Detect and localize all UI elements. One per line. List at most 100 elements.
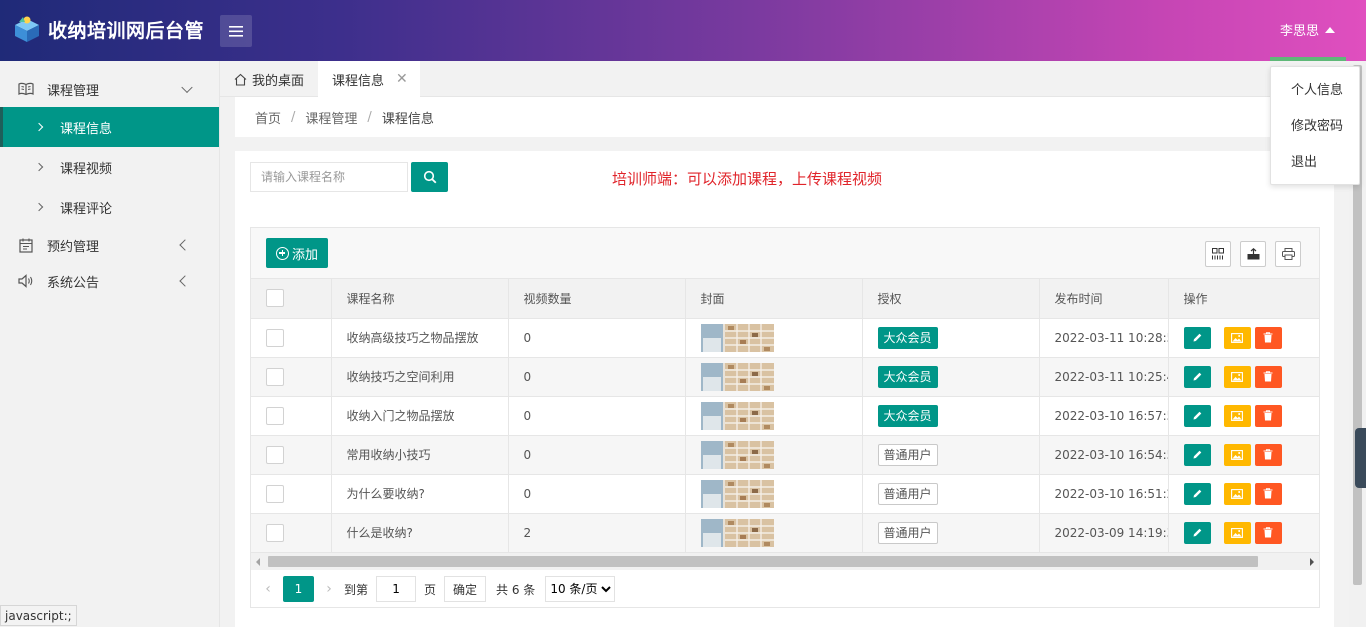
auth-cell: 普通用户 <box>862 474 1040 514</box>
pencil-icon <box>1193 372 1201 381</box>
publish-time-cell: 2022-03-09 14:19:33 <box>1039 513 1169 553</box>
row-checkbox[interactable] <box>266 406 284 425</box>
search-input[interactable] <box>250 162 408 192</box>
delete-button[interactable] <box>1254 482 1282 505</box>
column-header[interactable]: 封面 <box>685 279 863 319</box>
sidebar-group-booking[interactable]: 预约管理 <box>0 227 219 263</box>
auth-badge: 普通用户 <box>877 482 938 505</box>
cover-image[interactable] <box>700 401 774 430</box>
upload-image-button[interactable] <box>1223 443 1251 466</box>
row-checkbox[interactable] <box>266 328 284 347</box>
logo[interactable]: 收纳培训网后台管 <box>12 14 204 44</box>
row-checkbox[interactable] <box>266 484 284 503</box>
table-row: 收纳入门之物品摆放0 大众会员 2022-03-10 16:57:53 <box>251 396 1320 436</box>
upload-image-button[interactable] <box>1223 326 1251 349</box>
print-icon <box>1281 248 1295 260</box>
sidebar-item-label: 课程视频 <box>60 161 113 177</box>
tab-course-info[interactable]: 课程信息 ✕ <box>318 61 420 97</box>
edit-button[interactable] <box>1183 404 1211 427</box>
video-count-cell: 0 <box>508 435 686 475</box>
trash-icon <box>1263 527 1273 538</box>
delete-button[interactable] <box>1254 365 1282 388</box>
breadcrumb-home[interactable]: 首页 <box>255 108 281 127</box>
chevron-right-icon <box>34 162 44 172</box>
calendar-icon <box>18 237 34 253</box>
sidebar-group-course[interactable]: 课程管理 <box>0 71 219 107</box>
row-checkbox[interactable] <box>266 367 284 386</box>
prev-page-icon[interactable]: ‹ <box>261 581 275 597</box>
edit-button[interactable] <box>1183 443 1211 466</box>
cover-image[interactable] <box>700 479 774 508</box>
user-menu[interactable]: 李思思 <box>1280 20 1336 39</box>
export-button[interactable] <box>1240 241 1266 267</box>
page-size-select[interactable]: 10 条/页 <box>545 576 616 602</box>
columns-icon <box>1212 248 1224 260</box>
upload-image-button[interactable] <box>1223 482 1251 505</box>
next-page-icon[interactable]: › <box>322 581 336 597</box>
dropdown-item-logout[interactable]: 退出 <box>1271 145 1359 181</box>
select-all-checkbox[interactable] <box>266 289 284 308</box>
page-number-current[interactable]: 1 <box>283 576 314 602</box>
actions-cell <box>1168 357 1320 397</box>
export-icon <box>1247 248 1259 260</box>
search-button[interactable] <box>411 162 448 192</box>
print-button[interactable] <box>1275 241 1301 267</box>
tab-bar: 我的桌面 课程信息 ✕ <box>220 61 1366 97</box>
sidebar-item-course-comment[interactable]: 课程评论 <box>0 187 219 227</box>
sidebar-group-notice[interactable]: 系统公告 <box>0 263 219 299</box>
edit-button[interactable] <box>1183 521 1211 544</box>
row-checkbox[interactable] <box>266 523 284 542</box>
trash-icon <box>1263 488 1273 499</box>
scroll-thumb[interactable] <box>268 556 1258 567</box>
dropdown-item-change-password[interactable]: 修改密码 <box>1271 109 1359 145</box>
horizontal-scrollbar[interactable] <box>251 553 1319 570</box>
cover-cell <box>685 357 863 397</box>
delete-button[interactable] <box>1254 326 1282 349</box>
edit-button[interactable] <box>1183 365 1211 388</box>
dropdown-item-profile[interactable]: 个人信息 <box>1271 73 1359 109</box>
column-header[interactable]: 课程名称 <box>331 279 509 319</box>
scroll-right-icon[interactable] <box>1310 558 1314 566</box>
delete-button[interactable] <box>1254 443 1282 466</box>
video-count-cell: 0 <box>508 474 686 514</box>
cover-image[interactable] <box>700 362 774 391</box>
breadcrumb-course-manage[interactable]: 课程管理 <box>305 108 357 127</box>
page-jump-confirm-button[interactable]: 确定 <box>444 576 487 602</box>
add-button[interactable]: 添加 <box>266 238 328 268</box>
auth-badge: 大众会员 <box>877 404 938 427</box>
sidebar-item-label: 课程信息 <box>60 121 113 137</box>
upload-image-button[interactable] <box>1223 365 1251 388</box>
delete-button[interactable] <box>1254 521 1282 544</box>
scroll-left-icon[interactable] <box>256 558 260 566</box>
column-header[interactable]: 视频数量 <box>508 279 686 319</box>
status-bar: javascript:; <box>0 605 77 626</box>
upload-image-button[interactable] <box>1223 404 1251 427</box>
close-icon[interactable]: ✕ <box>396 71 408 87</box>
side-widget-icon[interactable] <box>1355 428 1366 488</box>
column-header: 操作 <box>1168 279 1320 319</box>
course-name-cell: 为什么要收纳? <box>331 474 509 514</box>
page-jump-input[interactable] <box>376 576 417 602</box>
trash-icon <box>1263 410 1273 421</box>
cover-image[interactable] <box>700 518 774 547</box>
column-header[interactable]: 发布时间 <box>1039 279 1169 319</box>
menu-toggle-button[interactable] <box>220 15 252 47</box>
sidebar-item-course-info[interactable]: 课程信息 <box>0 107 219 147</box>
pencil-icon <box>1193 411 1201 420</box>
video-count-cell: 0 <box>508 357 686 397</box>
cover-cell <box>685 435 863 475</box>
cover-image[interactable] <box>700 440 774 469</box>
cover-image[interactable] <box>700 323 774 352</box>
edit-button[interactable] <box>1183 482 1211 505</box>
column-header[interactable]: 授权 <box>862 279 1040 319</box>
upload-image-button[interactable] <box>1223 521 1251 544</box>
image-icon <box>1231 371 1243 382</box>
tab-home[interactable]: 我的桌面 <box>234 61 304 97</box>
edit-button[interactable] <box>1183 326 1211 349</box>
pencil-icon <box>1193 528 1201 537</box>
row-checkbox[interactable] <box>266 445 284 464</box>
columns-filter-button[interactable] <box>1205 241 1231 267</box>
delete-button[interactable] <box>1254 404 1282 427</box>
sidebar-item-course-video[interactable]: 课程视频 <box>0 147 219 187</box>
image-icon <box>1231 527 1243 538</box>
